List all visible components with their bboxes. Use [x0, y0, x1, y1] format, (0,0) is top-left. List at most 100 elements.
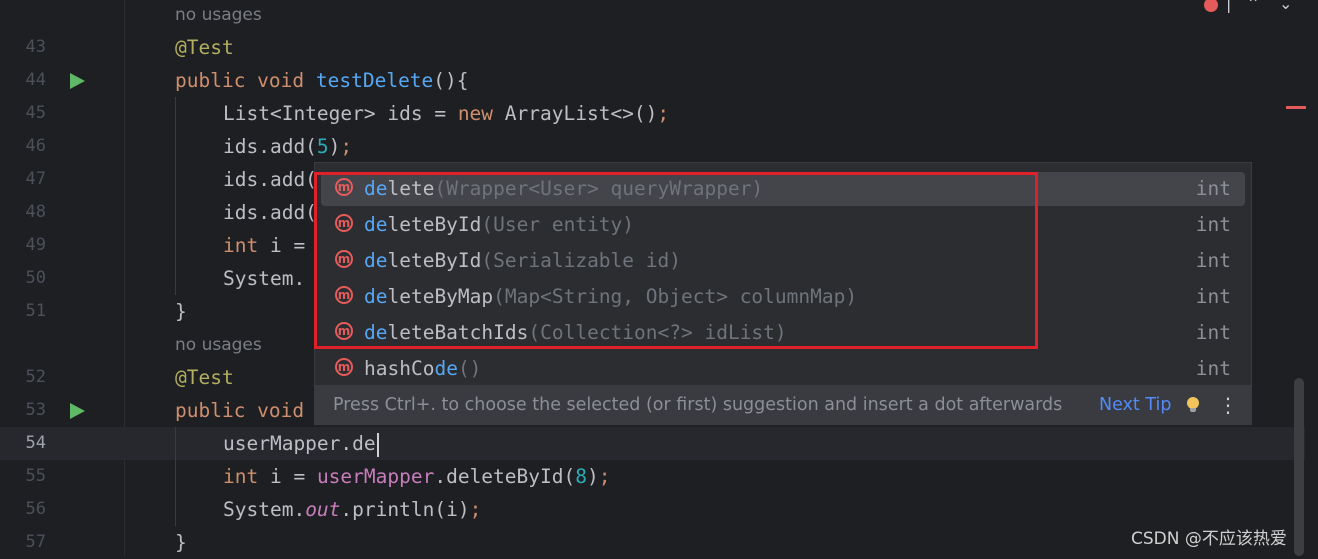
line-number: 43 — [25, 37, 46, 57]
usages-hint[interactable]: no usages — [175, 329, 262, 362]
line-number-current: 54 — [25, 433, 46, 453]
line-number: 51 — [25, 301, 46, 321]
line-number: 47 — [25, 169, 46, 189]
completion-label: deleteByMap(Map<String, Object> columnMa… — [364, 285, 858, 308]
method-icon: m — [335, 358, 353, 376]
indent-guide — [175, 427, 176, 526]
field-reference: userMapper — [316, 465, 435, 488]
code-text: ) — [586, 465, 599, 488]
completion-popup: m delete(Wrapper<User> queryWrapper) int… — [314, 162, 1252, 425]
code-line-47[interactable]: ids.add( — [223, 163, 317, 196]
return-type: int — [1195, 285, 1231, 308]
return-type: int — [1195, 213, 1231, 236]
return-type: int — [1195, 357, 1231, 380]
separator-icon: | — [1226, 0, 1232, 13]
code-line-43[interactable]: @Test — [175, 31, 234, 64]
completion-label: deleteById(Serializable id) — [364, 249, 681, 272]
code-line-56[interactable]: System.out.println(i); — [223, 493, 481, 526]
code-text: ) — [328, 135, 341, 158]
line-number: 44 — [25, 70, 46, 90]
code-line-49[interactable]: int i = — [223, 229, 317, 262]
code-line-52[interactable]: @Test — [175, 361, 234, 394]
usages-hint[interactable]: no usages — [175, 0, 262, 32]
run-test-icon[interactable] — [70, 403, 85, 419]
completion-item[interactable]: m deleteById(User entity) int — [321, 208, 1245, 242]
code-line-48[interactable]: ids.add( — [223, 196, 317, 229]
code-line-44[interactable]: public void testDelete(){ — [175, 64, 469, 97]
semicolon: ; — [340, 135, 353, 158]
method-name: testDelete — [315, 69, 434, 92]
completion-footer: Press Ctrl+. to choose the selected (or … — [315, 385, 1251, 425]
line-number: 50 — [25, 268, 46, 288]
error-icon[interactable] — [1204, 0, 1218, 12]
keyword: public void — [175, 69, 316, 92]
annotation: @Test — [175, 36, 234, 59]
completion-item[interactable]: m deleteBatchIds(Collection<?> idList) i… — [321, 316, 1245, 350]
code-line-50[interactable]: System. — [223, 262, 305, 295]
line-number: 45 — [25, 103, 46, 123]
code-line-45[interactable]: List<Integer> ids = new ArrayList<>(); — [223, 97, 669, 130]
semicolon: ; — [469, 498, 482, 521]
chevron-up-icon[interactable]: ⌃ — [1246, 0, 1259, 13]
code-text: (){ — [433, 69, 469, 92]
semicolon: ; — [657, 102, 670, 125]
code-line-54-current[interactable]: userMapper.de — [223, 427, 379, 460]
semicolon: ; — [598, 465, 611, 488]
method-icon: m — [335, 322, 353, 340]
keyword: int — [223, 465, 259, 488]
line-number: 52 — [25, 367, 46, 387]
error-stripe-marker[interactable] — [1286, 106, 1306, 109]
number-literal: 8 — [575, 465, 587, 488]
annotation: @Test — [175, 366, 234, 389]
vertical-scrollbar-thumb[interactable] — [1294, 378, 1304, 556]
completion-item[interactable]: m deleteByMap(Map<String, Object> column… — [321, 280, 1245, 314]
vertical-scrollbar-track[interactable] — [1306, 0, 1318, 556]
watermark: CSDN @不应该热爱 — [1131, 529, 1287, 549]
indent-guide — [175, 97, 176, 295]
method-icon: m — [335, 214, 353, 232]
line-number: 56 — [25, 499, 46, 519]
run-test-icon[interactable] — [70, 73, 85, 89]
line-number: 48 — [25, 202, 46, 222]
completion-label: deleteBatchIds(Collection<?> idList) — [364, 321, 787, 344]
completion-label: hashCode() — [364, 357, 482, 380]
tip-text: Press Ctrl+. to choose the selected (or … — [333, 395, 1063, 415]
code-text: .println(i) — [340, 498, 470, 521]
completion-item[interactable]: m hashCode() int — [321, 352, 1245, 386]
code-text: i = — [258, 465, 317, 488]
completion-item-selected[interactable]: m delete(Wrapper<User> queryWrapper) int — [321, 172, 1245, 206]
code-text: .deleteById( — [434, 465, 576, 488]
completion-item[interactable]: m deleteById(Serializable id) int — [321, 244, 1245, 278]
code-line-53[interactable]: public void — [175, 394, 304, 427]
keyword: int — [223, 234, 259, 257]
code-text: System. — [223, 498, 306, 521]
number-literal: 5 — [316, 135, 329, 158]
gutter-divider — [124, 0, 125, 556]
return-type: int — [1195, 321, 1231, 344]
method-icon: m — [335, 178, 353, 196]
code-line-51[interactable]: } — [175, 295, 187, 328]
text-caret — [376, 432, 379, 457]
code-line-57[interactable]: } — [175, 526, 187, 559]
method-icon: m — [335, 250, 353, 268]
chevron-down-icon[interactable]: ⌄ — [1279, 0, 1292, 13]
keyword: public void — [175, 399, 305, 422]
inspection-widget[interactable]: | ⌃ ⌄ — [1204, 0, 1292, 13]
completion-label: delete(Wrapper<User> queryWrapper) — [364, 177, 764, 200]
code-line-46[interactable]: ids.add(5); — [223, 130, 352, 163]
line-number: 46 — [25, 136, 46, 156]
return-type: int — [1195, 249, 1231, 272]
line-number: 49 — [25, 235, 46, 255]
method-icon: m — [335, 286, 353, 304]
line-number: 53 — [25, 400, 46, 420]
completion-label: deleteById(User entity) — [364, 213, 635, 236]
line-number: 55 — [25, 466, 46, 486]
static-field: out — [305, 498, 341, 521]
next-tip-link[interactable]: Next Tip — [1099, 385, 1171, 425]
code-text: userMapper.de — [223, 432, 376, 455]
lightbulb-icon — [1187, 397, 1199, 412]
more-options-icon[interactable]: ⋮ — [1218, 385, 1238, 425]
line-number: 57 — [25, 532, 46, 552]
code-text: i = — [258, 234, 317, 257]
code-line-55[interactable]: int i = userMapper.deleteById(8); — [223, 460, 610, 493]
